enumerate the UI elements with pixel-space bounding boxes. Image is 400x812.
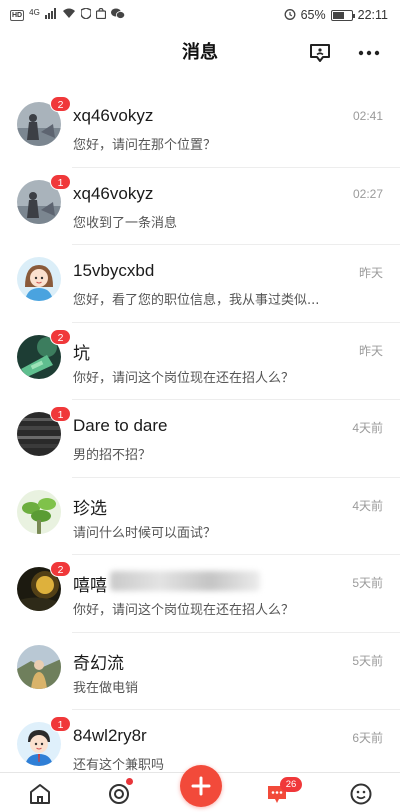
message-preview: 男的招不招？	[73, 448, 152, 463]
contact-name: xq46vokyz	[73, 183, 154, 203]
status-bar: HD 4G 65% 22:11	[0, 0, 400, 30]
contact-name: 坑	[73, 343, 90, 363]
tab-me[interactable]	[346, 779, 376, 809]
message-preview: 我在做电销	[73, 680, 139, 696]
shield-icon	[80, 7, 92, 22]
avatar	[17, 644, 61, 689]
discover-icon	[109, 784, 129, 804]
alarm-icon	[284, 8, 296, 23]
message-preview: 还有这个兼职吗	[73, 758, 165, 773]
message-time: 4天前	[352, 498, 383, 513]
unread-badge: 1	[50, 406, 71, 422]
unread-badge: 2	[50, 328, 71, 345]
conversation-row[interactable]: 2 嘻嘻 5天前 你好，请问这个岗位现在还在招人么？	[0, 555, 400, 633]
contact-name: 84wl2ry8r	[73, 726, 147, 745]
contact-name: Dare to dare	[73, 416, 168, 435]
message-preview: 你好，请问这个岗位现在还在招人么？	[73, 370, 295, 386]
message-time: 02:27	[352, 186, 383, 201]
conversation-row[interactable]: 珍选 4天前 请问什么时候可以面试？	[0, 478, 400, 556]
header: 消息	[0, 30, 400, 76]
unread-badge: 2	[50, 96, 71, 112]
plus-icon	[191, 776, 211, 796]
conversation-row[interactable]: 奇幻流 5天前 我在做电销	[0, 633, 400, 711]
clock: 22:11	[357, 8, 388, 22]
message-time: 4天前	[352, 421, 383, 435]
contact-name: 奇幻流	[73, 653, 124, 673]
status-bar-right: 65% 22:11	[284, 8, 388, 23]
unread-badge: 1	[50, 173, 71, 190]
avatar	[17, 257, 61, 301]
unread-badge: 2	[50, 561, 71, 577]
message-preview: 您好，看了您的职位信息，我从事过类似...	[73, 293, 320, 308]
more-button[interactable]	[355, 39, 383, 67]
messages-badge: 26	[280, 777, 302, 792]
discover-dot	[126, 778, 133, 785]
contacts-button[interactable]	[306, 39, 334, 67]
home-icon	[30, 784, 50, 804]
message-preview: 您收到了一条消息	[73, 215, 178, 231]
network-type: 4G	[29, 7, 40, 17]
message-list: 2 xq46vokyz 02:41 您好，请问在那个位置？ 1 xq46voky…	[0, 90, 400, 788]
conversation-row[interactable]: 15vbycxbd 昨天 您好，看了您的职位信息，我从事过类似...	[0, 245, 400, 323]
message-preview: 您好，请问在那个位置？	[73, 138, 217, 153]
post-button[interactable]	[180, 765, 222, 807]
more-icon	[358, 50, 380, 56]
hd-indicator: HD	[10, 9, 25, 21]
contact-name: xq46vokyz	[73, 106, 154, 125]
message-time: 6天前	[352, 731, 383, 745]
battery-level	[332, 11, 345, 19]
contact-name: 15vbycxbd	[73, 261, 155, 280]
smiley-icon	[350, 783, 372, 805]
contacts-icon	[310, 44, 330, 62]
redacted-area	[110, 571, 260, 591]
message-time: 02:41	[352, 109, 383, 123]
contact-name: 珍选	[73, 498, 107, 518]
unread-badge: 1	[50, 716, 71, 732]
bottom-tab-bar: 26	[0, 765, 400, 812]
signal-icon	[44, 8, 57, 22]
conversation-row[interactable]: 2 xq46vokyz 02:41 您好，请问在那个位置？	[0, 90, 400, 168]
avatar	[17, 489, 61, 534]
message-time: 昨天	[358, 266, 383, 280]
status-bar-left: HD 4G	[10, 7, 125, 22]
message-time: 昨天	[358, 343, 383, 358]
conversation-row[interactable]: 1 xq46vokyz 02:27 您收到了一条消息	[0, 168, 400, 246]
message-preview: 请问什么时候可以面试？	[73, 525, 217, 541]
wechat-icon	[110, 8, 125, 22]
tab-home[interactable]	[25, 779, 55, 809]
bag-icon	[95, 7, 106, 22]
battery-icon	[330, 9, 355, 21]
conversation-row[interactable]: 1 Dare to dare 4天前 男的招不招？	[0, 400, 400, 478]
message-time: 5天前	[352, 653, 383, 668]
contact-name: 嘻嘻	[73, 576, 107, 595]
message-preview: 你好，请问这个岗位现在还在招人么？	[73, 603, 295, 618]
conversation-row[interactable]: 2 坑 昨天 你好，请问这个岗位现在还在招人么？	[0, 323, 400, 401]
message-time: 5天前	[352, 576, 383, 590]
page-title: 消息	[182, 42, 218, 63]
battery-percent: 65%	[300, 8, 326, 22]
wifi-icon	[62, 8, 76, 22]
